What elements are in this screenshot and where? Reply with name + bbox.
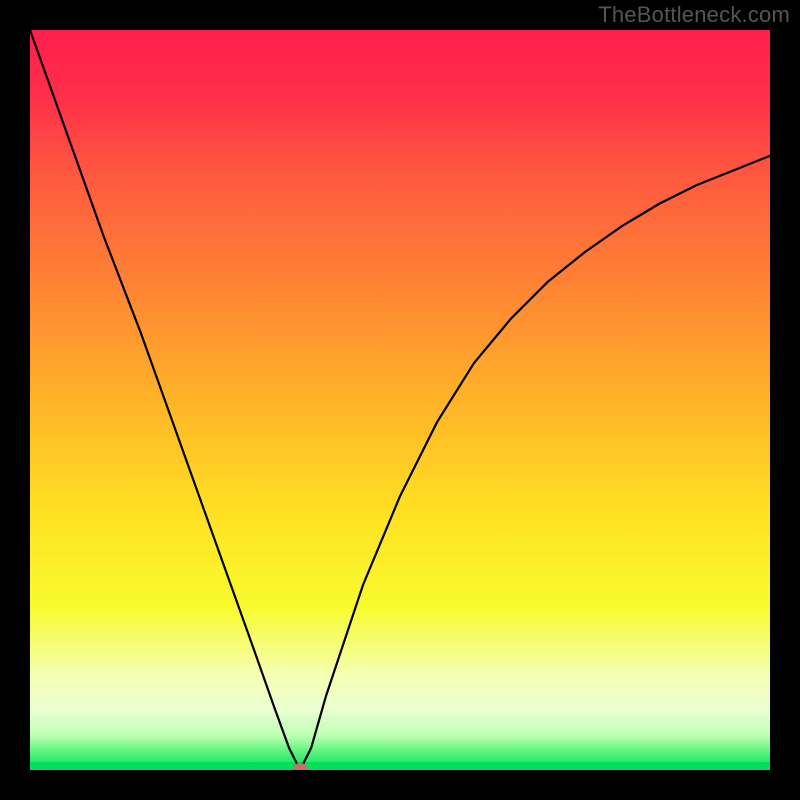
bottleneck-chart (30, 30, 770, 770)
watermark-text: TheBottleneck.com (598, 2, 790, 28)
chart-frame: TheBottleneck.com (0, 0, 800, 800)
baseline-band (30, 762, 770, 770)
gradient-background (30, 30, 770, 770)
